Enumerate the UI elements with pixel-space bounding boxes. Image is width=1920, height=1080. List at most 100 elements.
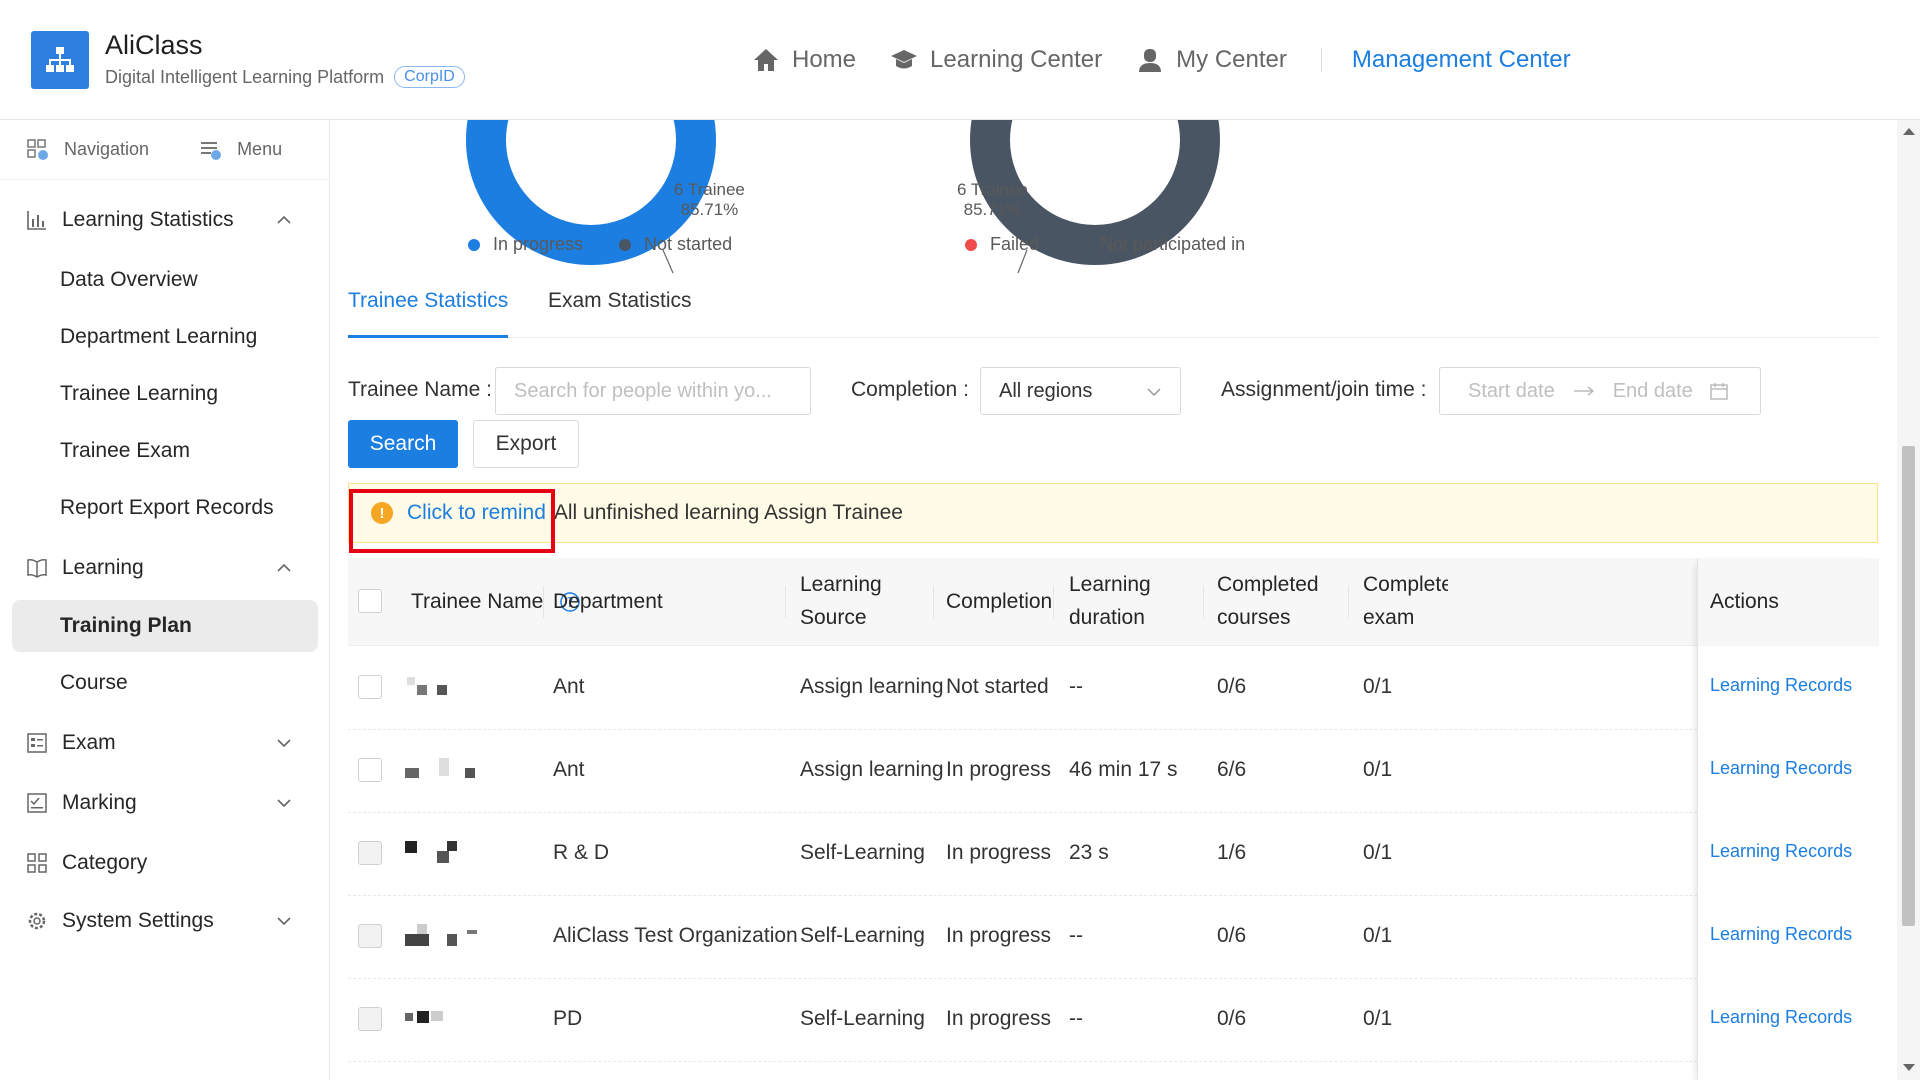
cell-complete-exam: 0/1 xyxy=(1363,675,1393,698)
legend-label: Failed xyxy=(990,234,1040,254)
row-checkbox[interactable] xyxy=(358,1007,382,1031)
legend-in-progress[interactable]: In progress xyxy=(468,234,583,255)
sidebar-group-learning-statistics[interactable]: Learning Statistics xyxy=(0,195,330,245)
cell-learning-duration: 46 min 17 s xyxy=(1069,758,1178,781)
cell-complete-exam: 0/1 xyxy=(1363,924,1393,947)
scroll-up-arrow[interactable] xyxy=(1903,128,1915,135)
sidebar-item-data-overview[interactable]: Data Overview xyxy=(0,254,330,306)
col-actions: Actions xyxy=(1710,590,1779,613)
cell-learning-duration: -- xyxy=(1069,1007,1083,1030)
nav-home-label: Home xyxy=(792,46,857,73)
learning-records-link[interactable]: Learning Records xyxy=(1710,758,1852,779)
select-all-checkbox[interactable] xyxy=(358,589,382,613)
exam-sheet-icon xyxy=(27,733,47,753)
nav-management-center[interactable]: Management Center xyxy=(1352,46,1571,74)
start-date-placeholder[interactable]: Start date xyxy=(1468,380,1555,403)
cell-learning-source: Self-Learning xyxy=(800,1007,925,1030)
legend-label: Not participated in xyxy=(1100,234,1246,254)
scroll-down-arrow[interactable] xyxy=(1903,1064,1915,1071)
row-checkbox[interactable] xyxy=(358,675,382,699)
completion-select[interactable]: All regions xyxy=(980,367,1181,415)
search-button[interactable]: Search xyxy=(348,420,458,468)
sidebar-group-label: Learning Statistics xyxy=(62,208,234,231)
legend-dot xyxy=(1075,238,1088,251)
sidebar: Navigation Menu Learning Statistics Data… xyxy=(0,120,330,1080)
table-row: R & D Self-Learning In progress 23 s 1/6… xyxy=(348,813,1878,896)
cell-completion: In progress xyxy=(946,841,1052,864)
user-icon xyxy=(1139,49,1162,72)
cell-completed-courses: 0/6 xyxy=(1217,924,1247,947)
remind-alert: ! Click to remind All unfinished learnin… xyxy=(348,483,1878,543)
exam-chart-label: 6 Trainee 85.71% xyxy=(957,180,1028,220)
cell-complete-exam: 0/1 xyxy=(1363,841,1393,864)
chevron-down-icon xyxy=(277,799,291,808)
column-divider xyxy=(1053,586,1054,618)
col-complete-exam: Complete exam xyxy=(1363,573,1448,629)
trainee-name-input[interactable]: Search for people within yo... xyxy=(495,367,811,415)
blurred-trainee-name xyxy=(403,922,493,952)
date-range-picker[interactable]: Start date End date xyxy=(1439,367,1761,415)
sidebar-group-label: Exam xyxy=(62,731,116,754)
sidebar-group-learning[interactable]: Learning xyxy=(0,543,330,593)
learning-chart-legend: In progress Not started xyxy=(468,234,768,255)
chart-icon xyxy=(27,211,46,230)
menu-list-icon xyxy=(201,141,222,160)
cell-completion: In progress xyxy=(946,758,1052,781)
donut-in-progress-arc xyxy=(466,120,716,265)
chevron-down-icon xyxy=(277,739,291,748)
blurred-trainee-name xyxy=(403,1005,493,1035)
sidebar-group-exam[interactable]: Exam xyxy=(0,718,330,768)
sidebar-group-marking[interactable]: Marking xyxy=(0,778,330,828)
page-scrollbar[interactable] xyxy=(1897,120,1920,1080)
cell-completed-courses: 0/6 xyxy=(1217,675,1247,698)
legend-not-started[interactable]: Not started xyxy=(619,234,732,255)
sidebar-item-training-plan[interactable]: Training Plan xyxy=(12,600,318,652)
legend-not-participated[interactable]: Not participated in xyxy=(1075,234,1245,255)
table-row: Ant Assign learning Not started -- 0/6 0… xyxy=(348,647,1878,730)
tab-trainee-statistics[interactable]: Trainee Statistics xyxy=(348,284,509,338)
learning-records-link[interactable]: Learning Records xyxy=(1710,1007,1852,1028)
aliclass-logo[interactable] xyxy=(31,31,89,89)
arrow-right-icon xyxy=(1573,386,1594,396)
sidebar-item-report-export-records[interactable]: Report Export Records xyxy=(0,482,330,534)
app-subtitle: Digital Intelligent Learning Platform Co… xyxy=(105,66,465,88)
tab-exam-statistics[interactable]: Exam Statistics xyxy=(548,284,692,338)
menu-button[interactable]: Menu xyxy=(199,138,282,162)
nav-learning-center-label: Learning Center xyxy=(930,46,1103,73)
nav-learning-center[interactable]: Learning Center xyxy=(890,46,1102,74)
home-icon xyxy=(754,49,778,71)
exam-chart-legend: Failed Not participated in xyxy=(965,234,1281,255)
cell-department: Ant xyxy=(553,758,585,781)
actions-header: Actions xyxy=(1698,558,1879,646)
table-row: AliClass Test Organization Self-Learning… xyxy=(348,896,1878,979)
row-checkbox[interactable] xyxy=(358,924,382,948)
learning-records-link[interactable]: Learning Records xyxy=(1710,924,1852,945)
nav-my-center[interactable]: My Center xyxy=(1136,46,1287,74)
sidebar-item-course[interactable]: Course xyxy=(0,657,330,709)
col-completion: Completion xyxy=(946,590,1053,613)
cell-department: R & D xyxy=(553,841,610,864)
table-row: PD Self-Learning In progress -- 0/6 0/1 xyxy=(348,979,1878,1062)
cell-completed-courses: 6/6 xyxy=(1217,758,1247,781)
book-icon xyxy=(27,559,47,578)
legend-label: In progress xyxy=(493,234,584,254)
sidebar-group-category[interactable]: Category xyxy=(0,838,330,888)
sidebar-item-department-learning[interactable]: Department Learning xyxy=(0,311,330,363)
legend-dot xyxy=(468,238,480,251)
scroll-thumb[interactable] xyxy=(1902,446,1915,926)
sidebar-group-system-settings[interactable]: System Settings xyxy=(0,896,330,946)
sidebar-item-trainee-learning[interactable]: Trainee Learning xyxy=(0,368,330,420)
learning-records-link[interactable]: Learning Records xyxy=(1710,841,1852,862)
row-checkbox[interactable] xyxy=(358,841,382,865)
completion-label: Completion : xyxy=(851,378,969,401)
row-checkbox[interactable] xyxy=(358,758,382,782)
legend-failed[interactable]: Failed xyxy=(965,234,1039,255)
nav-my-center-label: My Center xyxy=(1176,46,1287,73)
cell-learning-duration: -- xyxy=(1069,675,1083,698)
nav-home[interactable]: Home xyxy=(752,46,856,74)
sidebar-item-trainee-exam[interactable]: Trainee Exam xyxy=(0,425,330,477)
learning-records-link[interactable]: Learning Records xyxy=(1710,675,1852,696)
navigation-button[interactable]: Navigation xyxy=(26,138,149,162)
end-date-placeholder[interactable]: End date xyxy=(1613,380,1693,403)
export-button[interactable]: Export xyxy=(473,420,579,468)
